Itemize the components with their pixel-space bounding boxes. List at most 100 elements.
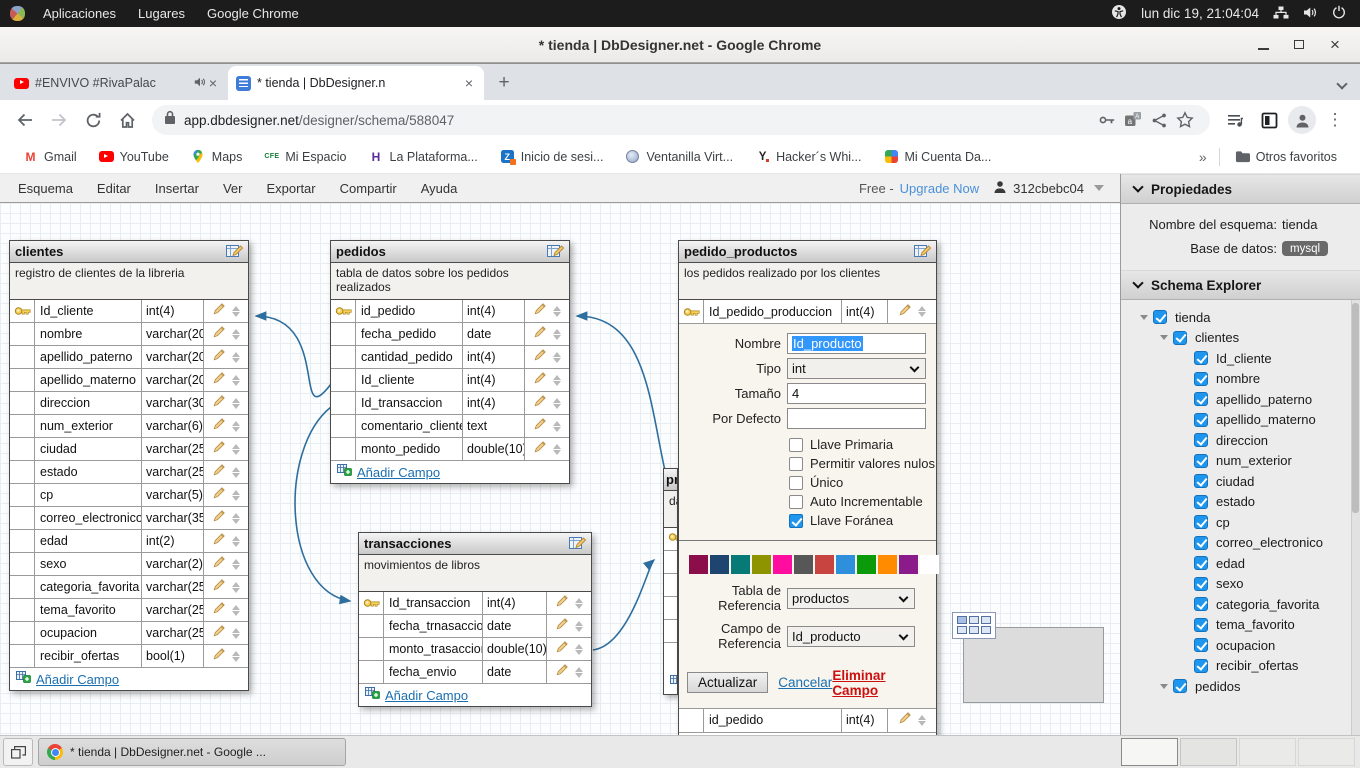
accessibility-icon[interactable]	[1111, 4, 1127, 23]
reorder-field-handle[interactable]	[232, 651, 240, 662]
color-swatch[interactable]	[815, 555, 834, 574]
tab-close-icon[interactable]: ×	[462, 75, 476, 91]
table-field-row[interactable]: Id_transaccionint(4)	[359, 592, 591, 615]
tree-checkbox[interactable]	[1173, 331, 1187, 345]
tree-item-direccion[interactable]: direccion	[1121, 430, 1360, 451]
add-field-icon[interactable]	[670, 674, 678, 692]
edit-field-icon[interactable]	[213, 578, 226, 596]
playlist-extension-icon[interactable]	[1220, 105, 1250, 135]
show-desktop-button[interactable]	[3, 738, 33, 766]
edit-field-icon[interactable]	[213, 555, 226, 573]
tree-checkbox[interactable]	[1194, 536, 1208, 550]
edit-field-icon[interactable]	[213, 394, 226, 412]
bookmark-ventanilla[interactable]: Ventanilla Virt...	[614, 144, 744, 170]
tree-item-tienda[interactable]: tienda	[1121, 307, 1360, 328]
cancel-link[interactable]: Cancelar	[778, 675, 832, 690]
reorder-field-handle[interactable]	[575, 667, 583, 678]
checkbox[interactable]	[789, 457, 803, 471]
checkbox[interactable]	[789, 438, 803, 452]
edit-field-icon[interactable]	[556, 617, 569, 635]
workspace-3[interactable]	[1239, 738, 1296, 766]
reorder-field-handle[interactable]	[553, 444, 561, 455]
menu-item-ayuda[interactable]: Ayuda	[409, 174, 470, 203]
network-icon[interactable]	[1273, 6, 1289, 22]
table-field-row[interactable]: cpvarchar(5)	[10, 484, 248, 507]
edit-field-icon[interactable]	[899, 303, 912, 321]
edit-field-icon[interactable]	[556, 640, 569, 658]
tree-item-categoria_favorita[interactable]: categoria_favorita	[1121, 594, 1360, 615]
taskbar-window-button[interactable]: * tienda | DbDesigner.net - Google ...	[38, 738, 346, 766]
bookmark-cfe[interactable]: CFEMi Espacio	[253, 144, 357, 170]
color-swatch[interactable]	[920, 555, 939, 574]
edit-field-icon[interactable]	[213, 348, 226, 366]
menu-item-aplicaciones[interactable]: Aplicaciones	[32, 0, 127, 27]
other-bookmarks[interactable]: Otros favoritos	[1224, 144, 1348, 170]
reorder-field-handle[interactable]	[232, 375, 240, 386]
edit-field-icon[interactable]	[534, 417, 547, 435]
field-default-input[interactable]	[787, 408, 926, 429]
table-field-row[interactable]: sexovarchar(2)	[10, 553, 248, 576]
reorder-field-handle[interactable]	[553, 352, 561, 363]
reorder-field-handle[interactable]	[232, 605, 240, 616]
edit-field-icon[interactable]	[534, 348, 547, 366]
profile-avatar[interactable]	[1288, 106, 1316, 134]
reader-mode-icon[interactable]	[1254, 105, 1284, 135]
diagram-canvas[interactable]: pr da clientes registro de clientes de l…	[0, 203, 1120, 735]
reorder-field-handle[interactable]	[232, 490, 240, 501]
close-button[interactable]: ×	[1324, 34, 1346, 56]
reorder-field-handle[interactable]	[232, 559, 240, 570]
tree-checkbox[interactable]	[1194, 618, 1208, 632]
add-field-link[interactable]: Añadir Campo	[357, 465, 440, 480]
reorder-field-handle[interactable]	[918, 715, 926, 726]
workspace-1[interactable]	[1121, 738, 1178, 766]
tree-checkbox[interactable]	[1194, 454, 1208, 468]
add-field-link[interactable]: Añadir Campo	[385, 688, 468, 703]
table-field-row[interactable]: correo_electronicovarchar(35)	[10, 507, 248, 530]
edit-field-icon[interactable]	[213, 371, 226, 389]
menu-item-esquema[interactable]: Esquema	[6, 174, 85, 203]
table-field-row[interactable]: cantidad_pedidoint(4)	[331, 346, 569, 369]
bookmark-hackers[interactable]: YHacker´s Whi...	[744, 144, 872, 170]
reorder-field-handle[interactable]	[553, 306, 561, 317]
maximize-button[interactable]	[1288, 34, 1310, 56]
tree-checkbox[interactable]	[1173, 679, 1187, 693]
menu-item-lugares[interactable]: Lugares	[127, 0, 196, 27]
edit-field-icon[interactable]	[534, 394, 547, 412]
edit-field-icon[interactable]	[213, 624, 226, 642]
color-swatch[interactable]	[773, 555, 792, 574]
edit-field-icon[interactable]	[534, 302, 547, 320]
table-field-row[interactable]: fecha_trnasacciondate	[359, 615, 591, 638]
upgrade-link[interactable]: Upgrade Now	[900, 181, 980, 196]
tree-checkbox[interactable]	[1194, 372, 1208, 386]
edit-field-icon[interactable]	[534, 371, 547, 389]
reorder-field-handle[interactable]	[232, 536, 240, 547]
add-field-row[interactable]: Añadir Campo	[331, 461, 569, 483]
add-field-row[interactable]: Añadir Campo	[679, 733, 936, 735]
tree-item-sexo[interactable]: sexo	[1121, 574, 1360, 595]
lock-icon[interactable]	[164, 110, 176, 130]
table-field-row[interactable]: Id_transaccionint(4)	[331, 392, 569, 415]
table-header[interactable]: pedidos	[331, 241, 569, 263]
reorder-field-handle[interactable]	[232, 306, 240, 317]
edit-field-icon[interactable]	[534, 325, 547, 343]
volume-icon[interactable]	[1303, 6, 1318, 22]
bookmark-gmail[interactable]: MGmail	[12, 144, 88, 170]
clock[interactable]: lun dic 19, 21:04:04	[1141, 6, 1259, 21]
home-icon[interactable]	[112, 105, 142, 135]
share-icon[interactable]	[1146, 107, 1172, 133]
workspace-4[interactable]	[1298, 738, 1355, 766]
bookmarks-overflow-chevron[interactable]: »	[1191, 149, 1215, 165]
checkbox[interactable]	[789, 514, 803, 528]
tree-checkbox[interactable]	[1194, 556, 1208, 570]
reorder-field-handle[interactable]	[232, 444, 240, 455]
edit-field-icon[interactable]	[213, 486, 226, 504]
edit-field-icon[interactable]	[213, 417, 226, 435]
table-field-row[interactable]: apellido_maternovarchar(20)	[10, 369, 248, 392]
tree-checkbox[interactable]	[1194, 474, 1208, 488]
edit-field-icon[interactable]	[213, 647, 226, 665]
tree-checkbox[interactable]	[1153, 310, 1167, 324]
tree-item-edad[interactable]: edad	[1121, 553, 1360, 574]
reorder-field-handle[interactable]	[232, 352, 240, 363]
sidebar-scrollbar[interactable]	[1351, 300, 1360, 735]
table-field-row[interactable]: Id_clienteint(4)	[10, 300, 248, 323]
